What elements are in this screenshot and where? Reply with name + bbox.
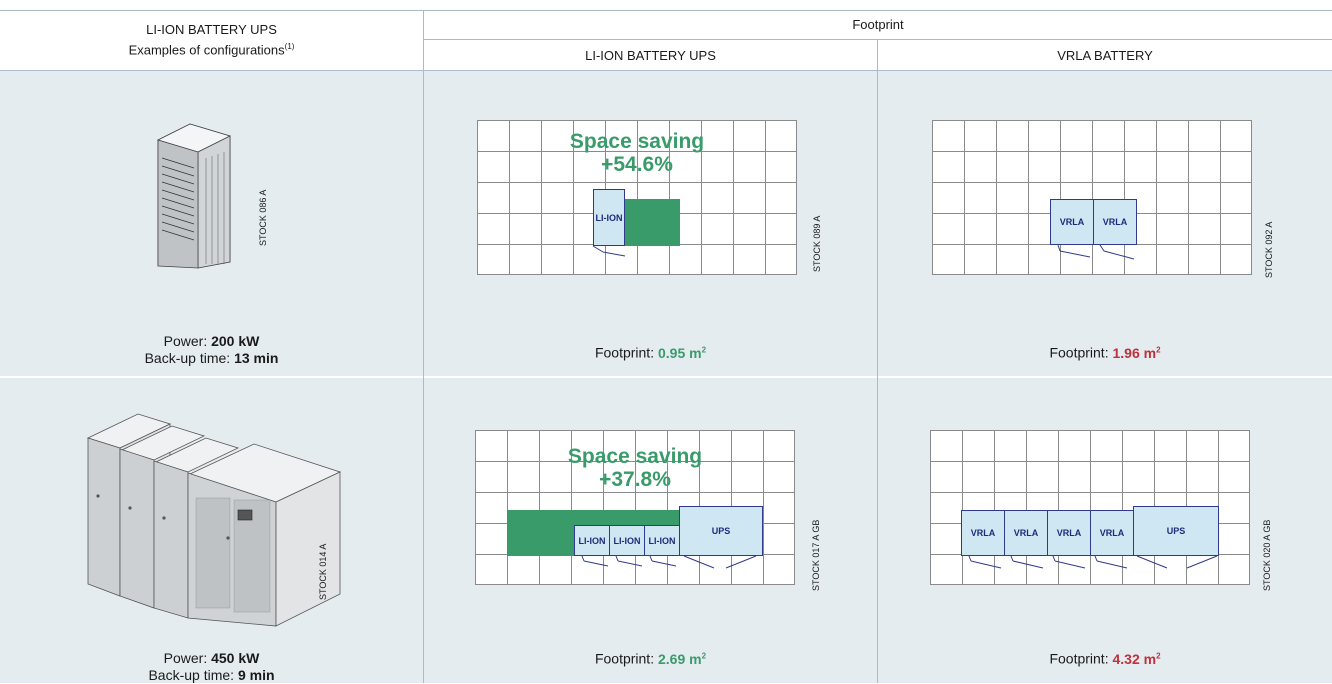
ups-cabinet-small-image: [156, 123, 232, 269]
vrla-footprint-caption: Footprint: 4.32 m2: [1049, 650, 1161, 667]
vrla-cabinet: VRLA: [1090, 510, 1134, 556]
header-col1-title: LI-ION BATTERY UPS: [146, 22, 277, 38]
ups-stock-label: STOCK 014 A: [318, 543, 328, 600]
ups-cabinet: UPS: [679, 506, 763, 556]
liion-stock-label: STOCK 089 A: [812, 215, 822, 272]
door-swing-lines: [592, 245, 626, 257]
space-saving-area: [624, 199, 680, 246]
vrla-footprint-caption: Footprint: 1.96 m2: [1049, 344, 1161, 361]
door-swing-lines: [581, 555, 757, 569]
vrla-cabinet: VRLA: [961, 510, 1005, 556]
header-col2: LI-ION BATTERY UPS: [424, 40, 877, 71]
vrla-cabinet: VRLA: [1093, 199, 1137, 245]
vrla-cabinet: VRLA: [1004, 510, 1048, 556]
door-swing-lines: [968, 555, 1218, 569]
ups-stock-label: STOCK 086 A: [258, 189, 268, 246]
liion-cabinet: LI-ION: [574, 525, 610, 556]
header-footprint: Footprint: [424, 10, 1332, 40]
door-swing-lines: [1057, 244, 1135, 260]
liion-cabinet: LI-ION: [609, 525, 645, 556]
liion-stock-label: STOCK 017 A GB: [811, 519, 821, 591]
vrla-cabinet: VRLA: [1050, 199, 1094, 245]
space-saving-label: Space saving +37.8%: [567, 445, 703, 491]
liion-footprint-caption: Footprint: 0.95 m2: [594, 344, 707, 361]
liion-footprint-caption: Footprint: 2.69 m2: [594, 650, 707, 667]
space-saving-label: Space saving +54.6%: [569, 130, 705, 176]
vrla-column-title: VRLA BATTERY: [1057, 47, 1153, 63]
row-divider: [0, 376, 1332, 378]
header-col1: LI-ION BATTERY UPS Examples of configura…: [0, 10, 423, 71]
liion-column-title: LI-ION BATTERY UPS: [585, 47, 716, 63]
power-caption: Power: 200 kW Back-up time: 13 min: [144, 333, 279, 366]
vrla-stock-label: STOCK 020 A GB: [1262, 519, 1272, 591]
ups-cabinet: UPS: [1133, 506, 1219, 556]
header-col3: VRLA BATTERY: [878, 40, 1332, 71]
liion-cabinet: LI-ION: [644, 525, 680, 556]
power-caption: Power: 450 kW Back-up time: 9 min: [148, 650, 275, 683]
header-col1-subtitle: Examples of configurations(1): [128, 42, 295, 58]
vrla-stock-label: STOCK 092 A: [1264, 221, 1274, 278]
footprint-title: Footprint: [852, 17, 904, 32]
top-border: [0, 10, 1332, 11]
liion-cabinet: LI-ION: [593, 189, 625, 246]
vrla-cabinet: VRLA: [1047, 510, 1091, 556]
